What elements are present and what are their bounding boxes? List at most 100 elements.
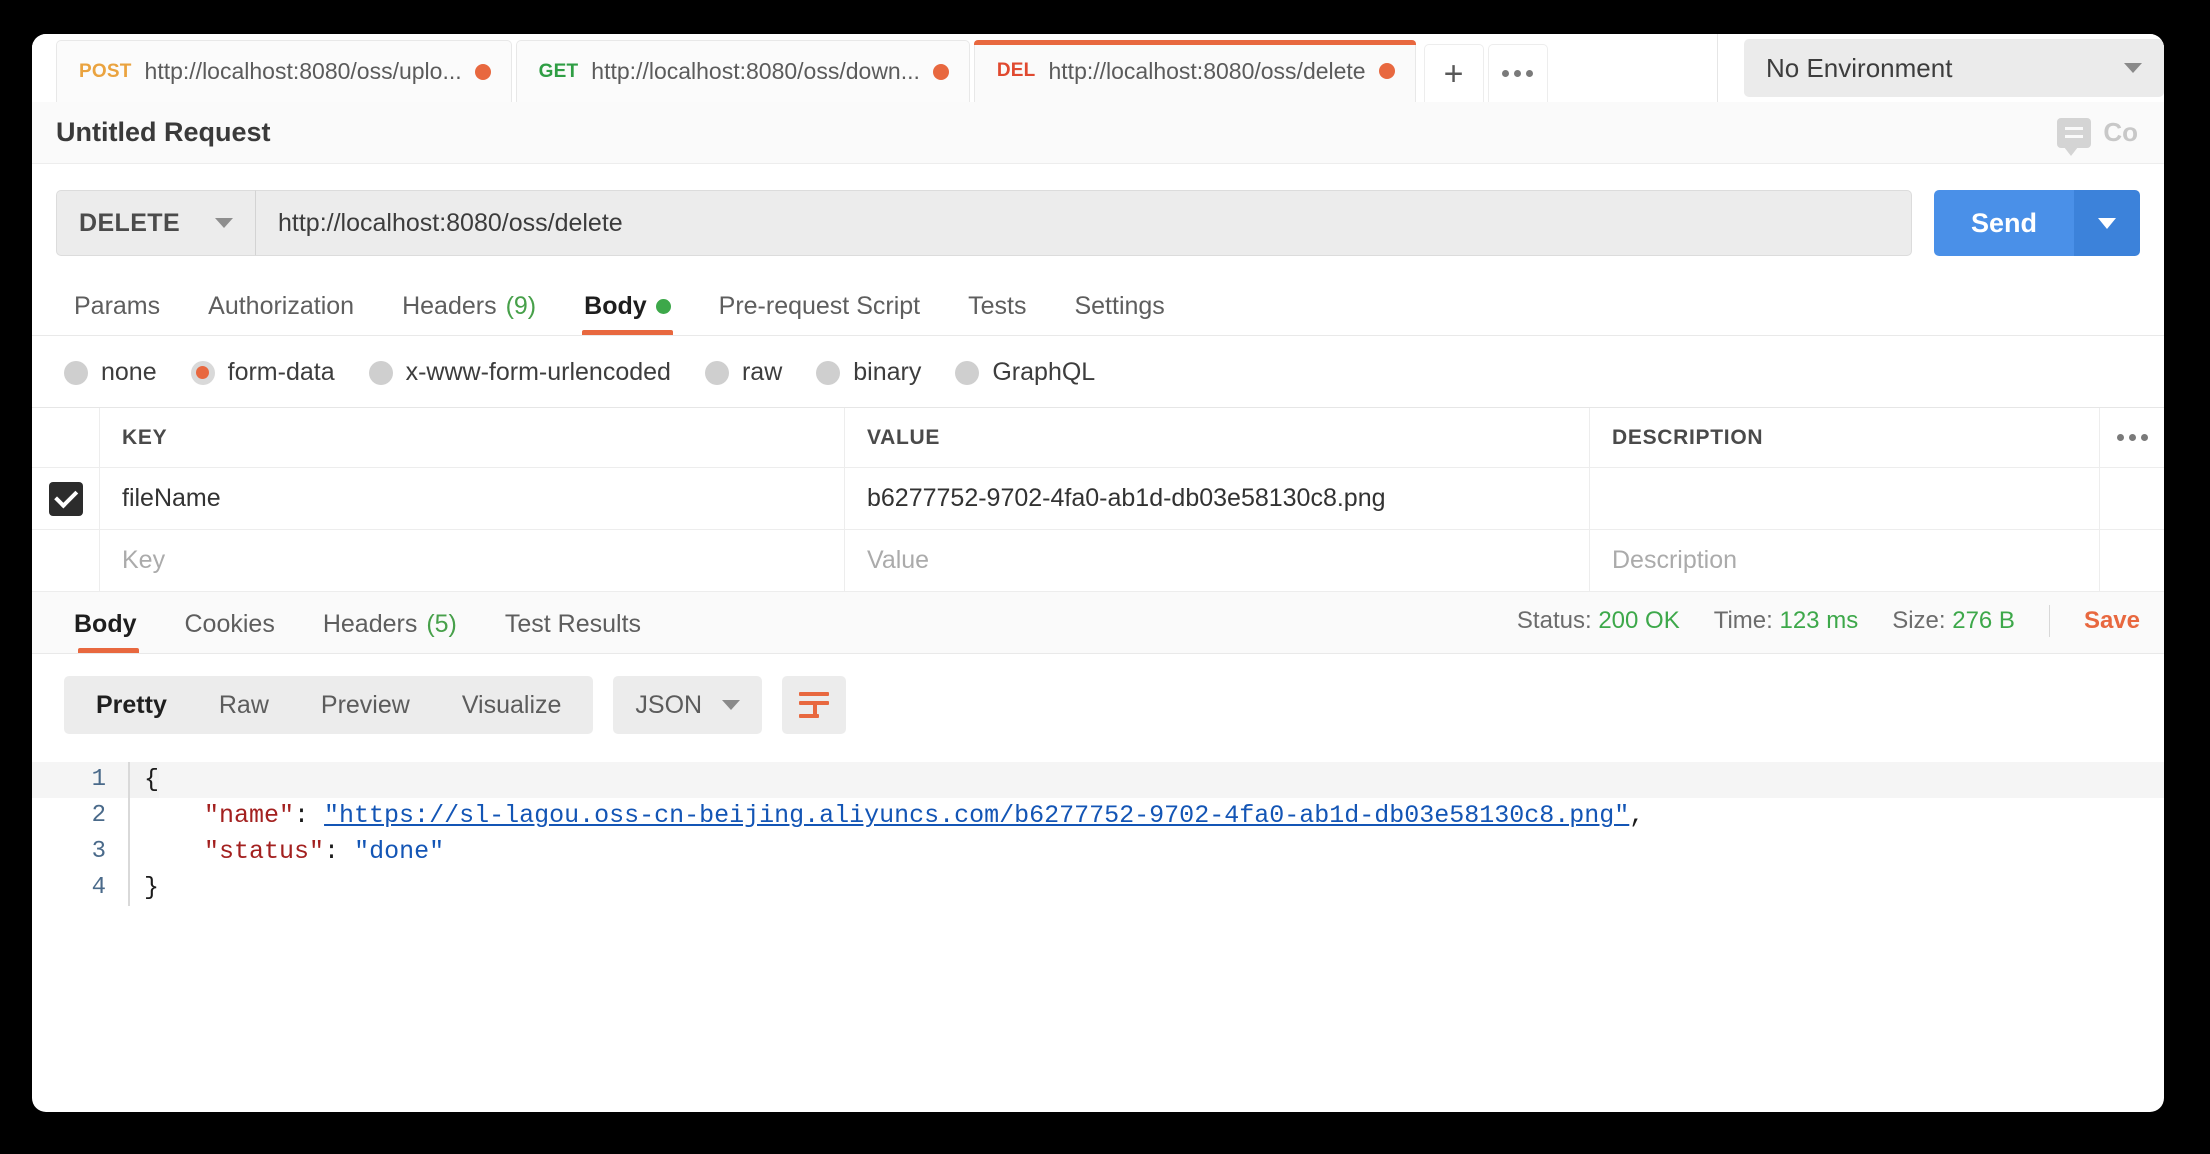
tab-url-label: http://localhost:8080/oss/delete (1048, 57, 1366, 84)
tab-label: Headers (322, 609, 418, 638)
response-view-toolbar: Pretty Raw Preview Visualize JSON (32, 654, 2164, 754)
response-header: Body Cookies Headers (5) Test Results St… (32, 592, 2164, 654)
tab-label: Tests (968, 291, 1027, 320)
code-line: 2 "name": "https://sl-lagou.oss-cn-beiji… (32, 798, 2164, 834)
tab-label: Test Results (504, 609, 642, 638)
tab-body[interactable]: Body (560, 277, 695, 335)
time-badge: Time: 123 ms (1714, 607, 1858, 635)
environment-selected-label: No Environment (1766, 52, 1953, 83)
tab-options-button[interactable] (1487, 44, 1548, 102)
tab-tests[interactable]: Tests (944, 277, 1050, 335)
send-button[interactable]: Send (1934, 190, 2074, 256)
response-view-preview[interactable]: Preview (295, 676, 436, 734)
body-type-graphql[interactable]: GraphQL (955, 358, 1095, 387)
chevron-down-icon (722, 700, 741, 710)
segment-label: Pretty (96, 690, 167, 719)
code-line-text: { (128, 762, 160, 798)
json-key: "name" (204, 801, 295, 830)
response-body-code[interactable]: 1 { 2 "name": "https://sl-lagou.oss-cn-b… (32, 754, 2164, 906)
body-type-radio-group: none form-data x-www-form-urlencoded raw… (32, 336, 2164, 407)
radio-label: form-data (227, 358, 335, 386)
response-format-label: JSON (635, 690, 703, 719)
response-tab-body[interactable]: Body (56, 595, 161, 653)
json-value-link[interactable]: "https://sl-lagou.oss-cn-beijing.aliyunc… (324, 801, 1629, 830)
save-response-button[interactable]: Save (2084, 607, 2140, 635)
request-tab-post-upload[interactable]: POST http://localhost:8080/oss/uplo... (56, 40, 512, 102)
tab-settings[interactable]: Settings (1050, 277, 1188, 335)
plus-icon: + (1443, 54, 1464, 93)
tab-authorization[interactable]: Authorization (184, 277, 378, 335)
column-header-value: VALUE (845, 408, 1590, 467)
response-tab-cookies[interactable]: Cookies (161, 595, 299, 653)
table-row[interactable]: fileName b6277752-9702-4fa0-ab1d-db03e58… (32, 468, 2164, 530)
body-type-x-www-form-urlencoded[interactable]: x-www-form-urlencoded (368, 358, 671, 387)
tab-label: Body (584, 291, 647, 320)
size-value: 276 B (1952, 607, 2015, 634)
body-type-none[interactable]: none (64, 358, 157, 387)
row-key-input[interactable]: fileName (100, 468, 845, 529)
wrap-lines-button[interactable] (782, 676, 847, 734)
tab-params[interactable]: Params (56, 277, 184, 335)
request-url-input[interactable]: http://localhost:8080/oss/delete (256, 190, 1912, 256)
tab-label: Cookies (184, 609, 275, 638)
tab-headers[interactable]: Headers (9) (378, 277, 560, 335)
send-options-button[interactable] (2074, 190, 2140, 256)
json-colon: : (294, 801, 325, 830)
radio-label: binary (853, 358, 922, 386)
request-tab-get-download[interactable]: GET http://localhost:8080/oss/down... (515, 40, 970, 102)
segment-label: Preview (320, 690, 410, 719)
new-row-value-input[interactable]: Value (845, 530, 1590, 591)
environment-selector-area: No Environment (1717, 34, 2164, 102)
row-enabled-checkbox[interactable] (48, 481, 83, 516)
response-view-pretty[interactable]: Pretty (70, 676, 193, 734)
response-tab-test-results[interactable]: Test Results (481, 595, 665, 653)
table-bulk-edit-button[interactable] (2100, 408, 2164, 467)
chevron-down-icon (2098, 217, 2116, 229)
radio-label: none (101, 358, 157, 386)
response-format-select[interactable]: JSON (613, 676, 763, 734)
row-description-input[interactable] (1590, 468, 2100, 529)
table-row-empty[interactable]: Key Value Description (32, 530, 2164, 592)
table-header-row: KEY VALUE DESCRIPTION (32, 408, 2164, 468)
ellipsis-icon (2116, 434, 2148, 441)
radio-icon (64, 360, 88, 385)
chevron-down-icon (215, 218, 233, 228)
request-tab-bar: POST http://localhost:8080/oss/uplo... G… (32, 34, 2164, 102)
comments-button[interactable]: Co (2057, 117, 2138, 156)
code-line: 4 } (32, 870, 2164, 906)
code-line-text: "name": "https://sl-lagou.oss-cn-beijing… (128, 798, 1644, 834)
body-type-raw[interactable]: raw (704, 358, 783, 387)
http-method-select[interactable]: DELETE (56, 190, 256, 256)
radio-icon (704, 360, 729, 385)
radio-label: GraphQL (992, 358, 1096, 386)
tab-label: Params (74, 291, 161, 320)
new-row-description-input[interactable]: Description (1590, 530, 2100, 591)
radio-label: raw (741, 358, 783, 386)
status-label: Status: (1516, 607, 1592, 634)
new-row-key-input[interactable]: Key (100, 530, 845, 591)
chevron-down-icon (2124, 63, 2142, 73)
request-tab-del-delete[interactable]: DEL http://localhost:8080/oss/delete (973, 40, 1416, 102)
json-colon: : (324, 837, 355, 866)
response-view-visualize[interactable]: Visualize (436, 676, 588, 734)
row-options-button[interactable] (2100, 468, 2164, 529)
new-tab-button[interactable]: + (1423, 44, 1484, 102)
ellipsis-icon (1502, 70, 1534, 77)
json-key: "status" (204, 837, 325, 866)
tab-label: Settings (1074, 291, 1165, 320)
time-value: 123 ms (1779, 607, 1859, 634)
body-type-binary[interactable]: binary (816, 358, 921, 387)
request-section-tabs: Params Authorization Headers (9) Body Pr… (32, 278, 2164, 336)
tab-url-label: http://localhost:8080/oss/down... (591, 58, 920, 84)
new-row-options-button[interactable] (2100, 530, 2164, 591)
body-type-form-data[interactable]: form-data (190, 358, 335, 387)
code-line-text: "status": "done" (128, 834, 444, 870)
environment-select[interactable]: No Environment (1744, 39, 2164, 97)
response-view-raw[interactable]: Raw (193, 676, 295, 734)
postman-window: POST http://localhost:8080/oss/uplo... G… (32, 34, 2164, 1112)
row-value-input[interactable]: b6277752-9702-4fa0-ab1d-db03e58130c8.png (845, 468, 1590, 529)
response-tab-headers[interactable]: Headers (5) (299, 595, 481, 653)
tab-pre-request-script[interactable]: Pre-request Script (695, 277, 944, 335)
